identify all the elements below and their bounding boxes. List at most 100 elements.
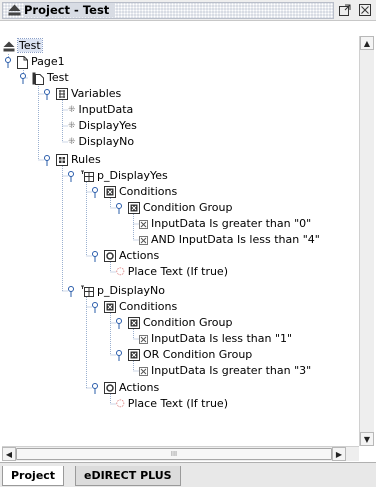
scroll-right-button[interactable]: ▶ [332,447,346,461]
tree-node-rules[interactable]: Rules [41,152,101,168]
condition-icon [139,366,148,376]
page-icon [17,55,28,69]
expand-handle-icon[interactable] [41,88,53,100]
tree-node-label: OR Condition Group [143,348,253,361]
tree-node-label: DisplayNo [78,135,135,148]
expand-handle-icon[interactable] [89,250,101,262]
tree-node-condition-group[interactable]: Condition Group [113,200,232,216]
horizontal-scroll-thumb[interactable]: III [16,448,332,460]
expand-handle-icon[interactable] [89,301,101,313]
scroll-down-button[interactable]: ▼ [360,432,374,446]
tree-node-variable[interactable]: ⁜ InputData [68,102,133,118]
restore-button[interactable] [337,2,353,18]
restore-icon [339,4,351,16]
tree-node-label: Place Text (If true) [127,265,228,278]
project-tree[interactable]: Test Page1 Test Variables ⁜ InputData ⁜ Di… [2,36,359,446]
tree-node-label: InputData [78,103,134,116]
tree-node-label: InputData Is less than "1" [151,332,293,345]
expand-handle-icon[interactable] [2,56,14,68]
tree-node-variable[interactable]: ⁜ DisplayYes [68,118,137,134]
condition-group-icon [128,349,140,361]
tree-node-conditions[interactable]: Conditions [89,299,177,315]
eject-icon [8,4,21,16]
tree-node-page1[interactable]: Page1 [2,54,65,70]
expand-handle-icon[interactable] [65,170,77,182]
actions-icon [104,382,116,394]
left-arrow-icon: ◀ [5,450,13,459]
variables-icon [56,88,68,100]
project-icon [32,72,44,85]
tree-node-actions[interactable]: Actions [89,380,159,396]
expand-handle-icon[interactable] [113,317,125,329]
up-arrow-icon: ▲ [363,39,371,48]
close-icon [359,4,371,16]
tree-node-label: Page1 [31,55,65,68]
tree-node-label: Conditions [119,185,178,198]
variable-icon: ⁜ [68,121,76,131]
tree-node-label: p_DisplayYes [97,169,168,182]
tree-node-rule[interactable]: p_DisplayNo [65,283,165,299]
condition-group-icon [128,202,140,214]
tree-node-variable[interactable]: ⁜ DisplayNo [68,134,134,150]
tree-node-project[interactable]: Test [17,70,69,86]
close-button[interactable] [357,2,373,18]
tree-node-label: p_DisplayNo [97,284,165,297]
expand-handle-icon[interactable] [89,186,101,198]
tree-node-condition[interactable]: InputData Is greater than "0" [139,216,311,232]
vertical-scrollbar[interactable]: ▲ ▼ [359,36,374,446]
tab-edirect-plus[interactable]: eDIRECT PLUS [75,466,181,486]
tree-node-conditions[interactable]: Conditions [89,184,177,200]
tree-node-label: Variables [71,87,122,100]
expand-handle-icon[interactable] [41,154,53,166]
tree-node-label: Rules [71,153,101,166]
tree-node-condition-group[interactable]: Condition Group [113,315,232,331]
tree-node-variables[interactable]: Variables [41,86,121,102]
bottom-tab-bar: Project eDIRECT PLUS [0,462,376,487]
tree-node-label: Condition Group [143,316,233,329]
tree-node-label: AND InputData Is less than "4" [151,233,320,246]
panel-title-bar: Project - Test [0,0,376,21]
tree-node-label: Place Text (If true) [127,397,228,410]
eject-icon [3,41,15,51]
tree-node-condition[interactable]: AND InputData Is less than "4" [139,232,320,248]
tree-node-actions[interactable]: Actions [89,248,159,264]
horizontal-scrollbar[interactable]: ◀ III ▶ [2,446,359,461]
expand-handle-icon[interactable] [113,202,125,214]
tree-node-label: Test [17,38,43,53]
scroll-grip: III [170,450,178,458]
tree-node-action[interactable]: ◌ Place Text (If true) [116,264,228,280]
right-arrow-icon: ▶ [335,450,343,459]
tree-node-label: Actions [119,381,160,394]
condition-icon [139,219,148,229]
tree-node-condition[interactable]: InputData Is less than "1" [139,331,292,347]
down-arrow-icon: ▼ [363,435,371,444]
rule-icon [81,285,94,297]
variable-icon: ⁜ [68,137,76,147]
expand-handle-icon[interactable] [89,382,101,394]
tree-node-condition-group[interactable]: OR Condition Group [113,347,252,363]
tab-project[interactable]: Project [2,466,65,486]
actions-icon [104,250,116,262]
tree-node-label: Condition Group [143,201,233,214]
tree-node-condition[interactable]: InputData Is greater than "3" [139,363,311,379]
tree-node-label: Actions [119,249,160,262]
tree-node-label: Conditions [119,300,178,313]
tree-node-label: Test [47,71,69,84]
action-icon: ◌ [116,398,125,409]
condition-icon [139,334,148,344]
tree-node-root[interactable]: Test [3,38,43,54]
conditions-icon [104,186,116,198]
tree-node-action[interactable]: ◌ Place Text (If true) [116,396,228,412]
tree-node-label: DisplayYes [78,119,137,132]
scroll-left-button[interactable]: ◀ [2,447,16,461]
expand-handle-icon[interactable] [113,349,125,361]
expand-handle-icon[interactable] [17,72,29,84]
scroll-up-button[interactable]: ▲ [360,36,374,50]
variable-icon: ⁜ [68,105,76,115]
condition-group-icon [128,317,140,329]
expand-handle-icon[interactable] [65,285,77,297]
rule-icon [81,170,94,182]
panel-title: Project - Test [24,3,116,17]
rules-icon [56,154,68,166]
tree-node-rule[interactable]: p_DisplayYes [65,168,168,184]
